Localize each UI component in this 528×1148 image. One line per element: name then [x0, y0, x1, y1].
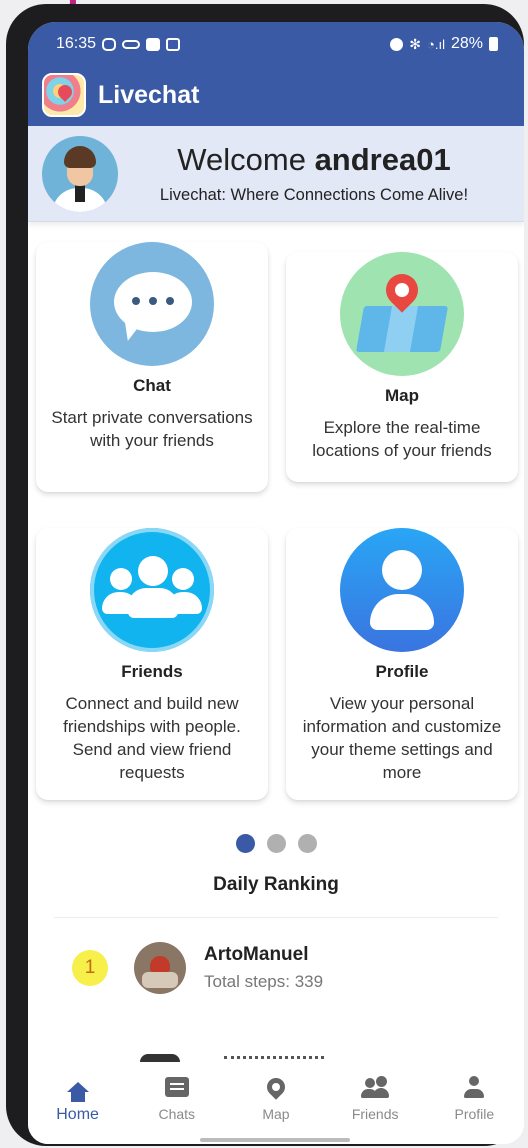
wifi-signal-icon: ◔.ıl — [427, 36, 445, 52]
alarm-icon — [390, 37, 404, 51]
friends-card[interactable]: Friends Connect and build new friendship… — [36, 528, 268, 800]
rank-badge: 1 — [72, 950, 108, 986]
app-screen: 16:35 ✻ ◔.ıl 28% Livechat Welcome andrea… — [28, 22, 524, 1144]
nav-friends[interactable]: Friends — [330, 1074, 420, 1122]
chat-card-description: Start private conversations with your fr… — [51, 408, 253, 450]
chat-card[interactable]: Chat Start private conversations with yo… — [36, 242, 268, 492]
nav-profile[interactable]: Profile — [429, 1074, 519, 1122]
person-icon — [340, 528, 464, 652]
next-ranked-avatar-partial — [140, 1054, 180, 1062]
app-logo-icon — [42, 73, 86, 117]
people-icon — [361, 1076, 390, 1098]
status-time: 16:35 — [56, 35, 97, 52]
chat-bubble-icon — [90, 242, 214, 366]
welcome-greeting: Welcome — [177, 142, 306, 177]
battery-level: 28% — [450, 35, 483, 52]
nav-friends-label: Friends — [351, 1106, 399, 1122]
welcome-banner: Welcome andrea01 Livechat: Where Connect… — [28, 126, 524, 222]
phone-frame: 16:35 ✻ ◔.ıl 28% Livechat Welcome andrea… — [6, 4, 524, 1146]
person-icon — [463, 1076, 485, 1098]
nav-home-label: Home — [56, 1106, 99, 1123]
nav-chats-label: Chats — [158, 1106, 196, 1122]
page-dot-3[interactable] — [297, 834, 317, 853]
instagram-notification-icon — [102, 37, 117, 51]
bluetooth-icon: ✻ — [409, 35, 421, 52]
nav-map[interactable]: Map — [231, 1074, 321, 1122]
image-notification-icon — [166, 37, 181, 51]
people-group-icon — [90, 528, 214, 652]
welcome-heading: Welcome andrea01 — [118, 142, 510, 178]
profile-card-description: View your personal information and custo… — [302, 694, 502, 782]
welcome-username: andrea01 — [314, 142, 451, 177]
app-notification-icon — [146, 37, 161, 51]
nav-home[interactable]: Home — [33, 1074, 123, 1124]
app-tagline: Livechat: Where Connections Come Alive! — [159, 186, 469, 204]
top-bar: 16:35 ✻ ◔.ıl 28% Livechat — [28, 22, 524, 126]
app-bar: Livechat — [28, 66, 524, 124]
user-avatar[interactable] — [42, 135, 118, 212]
page-indicator — [28, 834, 524, 853]
battery-icon — [489, 37, 498, 51]
page-dot-2[interactable] — [266, 834, 286, 853]
map-card-description: Explore the real-time locations of your … — [312, 418, 492, 460]
profile-card[interactable]: Profile View your personal information a… — [286, 528, 518, 800]
voicemail-notification-icon — [122, 39, 141, 49]
ranking-divider — [54, 917, 498, 918]
map-card-title: Map — [385, 386, 419, 405]
page-dot-1[interactable] — [235, 834, 255, 853]
bottom-navigation: Home Chats Map Friends Profile — [28, 1062, 524, 1144]
map-pin-icon — [263, 1074, 289, 1100]
ranked-user-name: ArtoManuel — [204, 944, 309, 965]
friends-card-description: Connect and build new friendships with p… — [63, 694, 241, 782]
ranked-user-steps: Total steps: 339 — [204, 972, 324, 991]
nav-chats[interactable]: Chats — [132, 1074, 222, 1122]
map-card[interactable]: Map Explore the real-time locations of y… — [286, 252, 518, 482]
chat-bubble-icon — [164, 1077, 189, 1097]
ranked-user-avatar — [134, 942, 186, 994]
chat-card-title: Chat — [133, 376, 171, 395]
ranking-title: Daily Ranking — [213, 874, 339, 895]
status-bar: 16:35 ✻ ◔.ıl 28% — [28, 22, 524, 66]
app-title: Livechat — [98, 80, 200, 109]
home-gesture-bar[interactable] — [200, 1138, 350, 1142]
friends-card-title: Friends — [121, 662, 183, 681]
map-pin-icon — [340, 252, 464, 376]
nav-map-label: Map — [262, 1106, 290, 1122]
profile-card-title: Profile — [375, 662, 429, 681]
ranking-row[interactable]: 1 ArtoManuel Total steps: 339 — [72, 942, 323, 994]
home-icon — [66, 1082, 89, 1102]
nav-profile-label: Profile — [454, 1106, 495, 1122]
